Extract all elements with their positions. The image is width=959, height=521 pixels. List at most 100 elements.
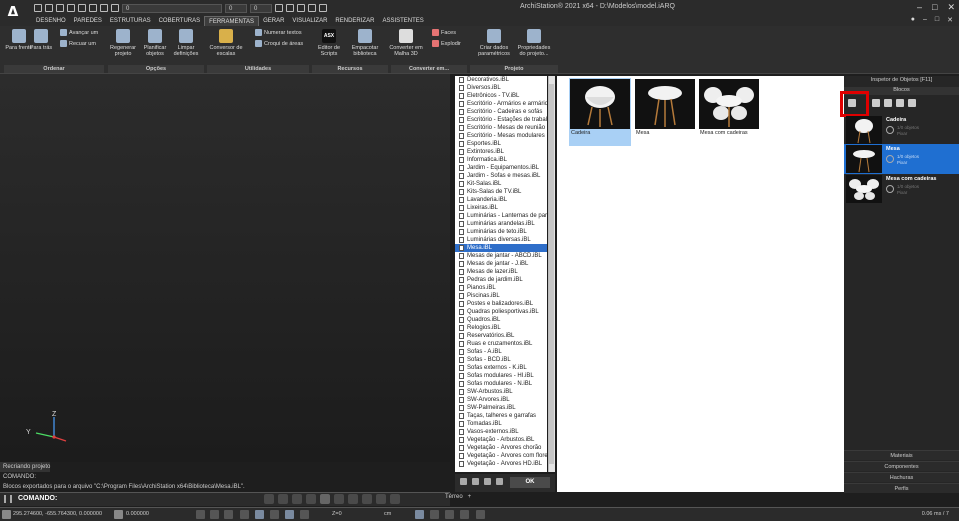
propriedades-button[interactable]: Propriedades do projeto... (515, 29, 553, 57)
library-file-item[interactable]: Vegetação - Árvores com flores (455, 452, 547, 460)
thumbnail-card-mesa[interactable]: Mesa (634, 78, 696, 146)
folder-icon[interactable] (472, 478, 479, 485)
menu-coberturas[interactable]: COBERTURAS (155, 16, 205, 26)
editor-scripts-button[interactable]: ASX Editor de Scripts (312, 29, 346, 57)
library-file-item[interactable]: Escritório - Mesas modulares (455, 132, 547, 140)
library-file-item[interactable]: Sofas externos - K.iBL (455, 364, 547, 372)
library-file-item[interactable]: Jardim - Sofas e mesas.iBL (455, 172, 547, 180)
block-radio[interactable] (886, 126, 894, 134)
library-file-item[interactable]: Relogios.iBL (455, 324, 547, 332)
library-file-item[interactable]: Informatica.iBL (455, 156, 547, 164)
osnap-icon[interactable] (255, 510, 264, 519)
close-button[interactable]: ✕ (947, 2, 955, 13)
library-file-item[interactable]: Luminárias arandelas.iBL (455, 220, 547, 228)
layer-combo[interactable]: 0 (122, 3, 222, 13)
thumbnail-card-mesa-com-cadeiras[interactable]: Mesa com cadeiras (698, 78, 760, 146)
library-file-item[interactable]: Vegetação - Arbustos.iBL (455, 436, 547, 444)
tab-terreo[interactable]: Térreo (445, 494, 463, 500)
print-icon[interactable] (78, 4, 86, 12)
layers-icon[interactable] (111, 4, 119, 12)
edit-block-icon[interactable] (884, 99, 892, 107)
forward-icon[interactable] (308, 4, 316, 12)
limpar-button[interactable]: Limpar definições (169, 29, 203, 57)
recuar-button[interactable]: Recuar um (60, 40, 96, 47)
menu-ferramentas[interactable]: FERRAMENTAS (204, 16, 260, 26)
library-file-item[interactable]: Reservatórios.iBL (455, 332, 547, 340)
planificar-button[interactable]: Planificar objetos (138, 29, 172, 57)
menu-renderizar[interactable]: RENDERIZAR (331, 16, 378, 26)
fit-icon[interactable] (390, 494, 400, 504)
library-file-item[interactable]: Tomadas.iBL (455, 420, 547, 428)
library-file-item[interactable]: Sofas - A.iBL (455, 348, 547, 356)
doc-close-button[interactable]: ✕ (947, 16, 953, 24)
save-block-icon[interactable] (872, 99, 880, 107)
box-icon[interactable] (292, 494, 302, 504)
library-file-list[interactable]: Decorativos.iBL Diversos.iBL Eletrônicos -… (455, 76, 547, 472)
library-scroll-thumb[interactable] (549, 84, 554, 464)
block-radio[interactable] (886, 155, 894, 163)
add-floor-button[interactable]: + (468, 494, 472, 500)
library-file-item[interactable]: Extintores.iBL (455, 148, 547, 156)
library-file-item[interactable]: Sofas - BCD.iBL (455, 356, 547, 364)
refresh-icon[interactable] (484, 478, 491, 485)
doc-minimize-button[interactable]: – (923, 16, 927, 24)
library-file-item[interactable]: Escritório - Mesas de reunião (455, 124, 547, 132)
ortho-icon[interactable] (224, 510, 233, 519)
library-file-item[interactable]: Taças, talheres e garrafas (455, 412, 547, 420)
block-item-mesa-com-cadeiras[interactable]: Mesa com cadeiras 1/0 objetos Pixar (844, 174, 959, 204)
library-file-item[interactable]: Luminárias de teto.iBL (455, 228, 547, 236)
library-file-item[interactable]: Lixeiras.iBL (455, 204, 547, 212)
polar-icon[interactable] (240, 510, 249, 519)
export-icon[interactable] (496, 478, 503, 485)
orbit-icon[interactable] (362, 494, 372, 504)
new-file-icon[interactable] (34, 4, 42, 12)
number-field-1[interactable]: 0 (225, 3, 247, 13)
menu-paredes[interactable]: PAREDES (70, 16, 106, 26)
drawing-viewport[interactable] (0, 74, 450, 462)
library-file-item[interactable]: Piscinas.iBL (455, 292, 547, 300)
block-item-cadeira[interactable]: Cadeira 1/0 objetos Pixar (844, 115, 959, 145)
library-file-item[interactable]: Sofas modulares - N.iBL (455, 380, 547, 388)
library-file-item[interactable]: Luminárias diversas.iBL (455, 236, 547, 244)
library-file-item[interactable]: Luminárias - Lanternas de parede (455, 212, 547, 220)
library-file-item[interactable]: SW-Palmeiras.iBL (455, 404, 547, 412)
settings-icon[interactable] (476, 510, 485, 519)
delete-block-icon[interactable] (896, 99, 904, 107)
library-file-item[interactable]: Quadras poliesportivas.iBL (455, 308, 547, 316)
menu-desenho[interactable]: DESENHO (32, 16, 70, 26)
library-file-item[interactable]: Escritório - Estações de trabalho (455, 116, 547, 124)
empacotar-button[interactable]: Empacotar biblioteca (348, 29, 382, 57)
save-icon[interactable] (56, 4, 64, 12)
folder-open-icon[interactable] (460, 478, 467, 485)
doc-restore-button[interactable]: □ (935, 16, 939, 24)
library-file-item[interactable]: Escritório - Armários e armários (455, 100, 547, 108)
help-icon[interactable]: ● (911, 16, 915, 24)
number-field-2[interactable]: 0 (250, 3, 272, 13)
library-file-item[interactable]: Vegetação - Árvores chorão (455, 444, 547, 452)
regenerar-button[interactable]: Regenerar projeto (106, 29, 140, 57)
library-file-item[interactable]: Mesas de jantar - J.iBL (455, 260, 547, 268)
thumbnail-card-cadeira[interactable]: Cadeira (569, 78, 631, 146)
panel-materiais[interactable]: Materiais (844, 450, 959, 460)
library-file-item[interactable]: Pianos.iBL (455, 284, 547, 292)
pan-hand-icon[interactable] (348, 494, 358, 504)
block-radio[interactable] (886, 185, 894, 193)
library-file-item[interactable]: Lavanderia.iBL (455, 196, 547, 204)
numerar-button[interactable]: Numerar textos (255, 29, 302, 36)
panel-perfis[interactable]: Perfis (844, 483, 959, 493)
library-file-item[interactable]: Escritório - Cadeiras e sofás (455, 108, 547, 116)
undo-icon[interactable] (89, 4, 97, 12)
library-file-item[interactable]: Mesas de jantar - ABCD.iBL (455, 252, 547, 260)
zoom-icon[interactable] (376, 494, 386, 504)
lineweight-icon[interactable] (270, 510, 279, 519)
menu-estruturas[interactable]: ESTRUTURAS (106, 16, 155, 26)
unit-selector[interactable]: cm (384, 511, 391, 517)
sun-icon[interactable] (415, 510, 424, 519)
faces-button[interactable]: Faces (432, 29, 456, 36)
snap-grid-icon[interactable] (196, 510, 205, 519)
grid-icon[interactable] (210, 510, 219, 519)
library-file-item[interactable]: Vegetação - Árvores HD.iBL (455, 460, 547, 468)
library-file-item[interactable]: Diversos.iBL (455, 84, 547, 92)
library-file-item[interactable]: Quadros.iBL (455, 316, 547, 324)
explodir-button[interactable]: Explodir (432, 40, 461, 47)
